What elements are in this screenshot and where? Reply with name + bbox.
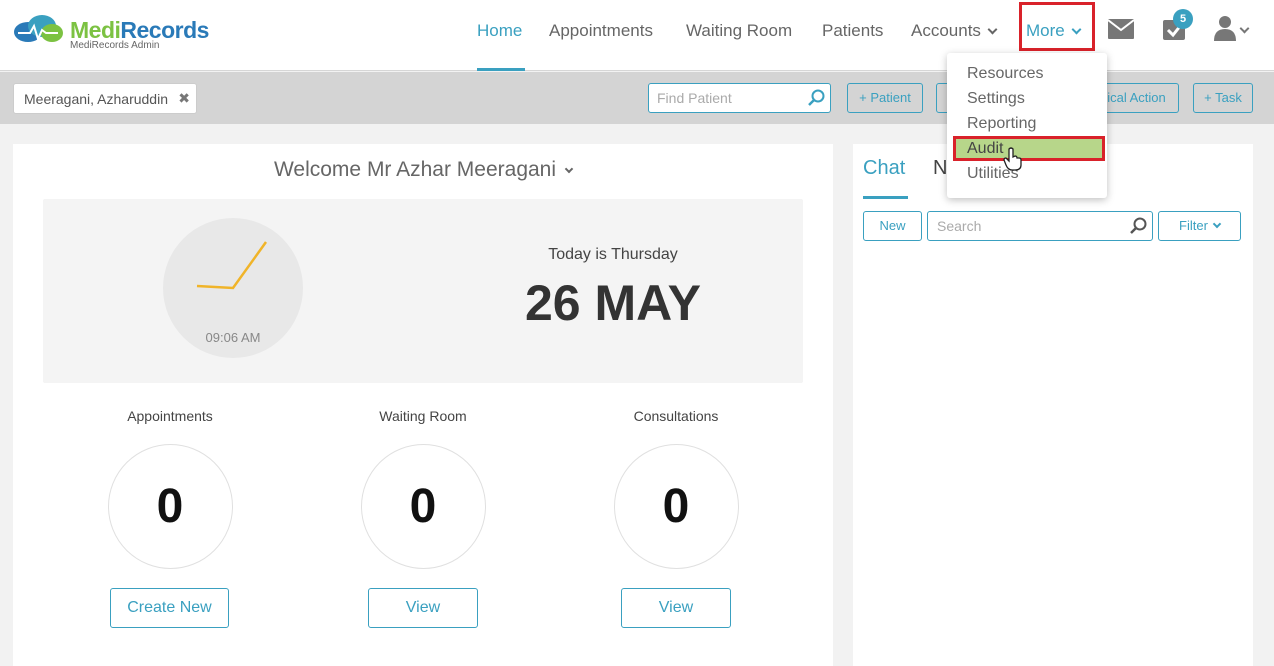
nav-appointments[interactable]: Appointments	[549, 21, 653, 41]
menu-item-settings[interactable]: Settings	[967, 88, 1025, 110]
cloud-heartbeat-icon	[14, 15, 63, 42]
search-icon[interactable]	[808, 89, 826, 107]
task-count-badge: 5	[1173, 9, 1193, 29]
clock-date-box: 09:06 AM Today is Thursday 26 MAY	[43, 199, 803, 383]
analog-clock: 09:06 AM	[163, 218, 303, 358]
mail-icon[interactable]	[1108, 19, 1134, 39]
chevron-down-icon	[1212, 219, 1222, 229]
stat-label: Appointments	[127, 408, 213, 424]
add-task-button[interactable]: + Task	[1193, 83, 1253, 113]
chat-panel: Chat N New Filter	[853, 144, 1253, 666]
add-patient-button[interactable]: + Patient	[847, 83, 923, 113]
active-tab-underline	[863, 196, 908, 199]
patient-tab-label: Meeragani, Azharuddin	[24, 91, 168, 107]
open-patient-tab[interactable]: Meeragani, Azharuddin ✖	[13, 83, 197, 114]
stat-appointments: Appointments 0	[70, 408, 270, 569]
hand-cursor-icon	[1003, 147, 1022, 171]
stat-consultations: Consultations 0	[576, 408, 776, 569]
chat-search[interactable]	[927, 211, 1153, 241]
create-new-appointment-button[interactable]: Create New	[110, 588, 229, 628]
search-icon[interactable]	[1130, 217, 1148, 235]
chevron-down-icon	[564, 164, 574, 174]
clinical-action-button[interactable]: ical Action	[1095, 83, 1179, 113]
menu-item-audit[interactable]: Audit	[967, 138, 1003, 160]
stat-waiting-room: Waiting Room 0	[323, 408, 523, 569]
stat-label: Consultations	[633, 408, 719, 424]
find-patient-search[interactable]	[648, 83, 831, 113]
menu-item-resources[interactable]: Resources	[967, 63, 1043, 85]
nav-patients[interactable]: Patients	[822, 21, 883, 41]
active-nav-underline	[477, 68, 525, 71]
tab-chat[interactable]: Chat	[863, 157, 905, 180]
view-consultations-button[interactable]: View	[621, 588, 731, 628]
menu-item-reporting[interactable]: Reporting	[967, 113, 1036, 135]
stat-value: 0	[613, 444, 739, 569]
logo[interactable]: MediRecords MediRecords Admin	[12, 12, 222, 57]
more-highlight-box	[1019, 2, 1095, 51]
user-icon[interactable]	[1214, 15, 1236, 41]
nav-home[interactable]: Home	[477, 21, 522, 41]
nav-accounts[interactable]: Accounts	[911, 21, 998, 41]
clock-time: 09:06 AM	[205, 330, 261, 345]
view-waiting-room-button[interactable]: View	[368, 588, 478, 628]
stat-value: 0	[107, 444, 233, 569]
stat-value: 0	[360, 444, 486, 569]
big-date: 26 MAY	[524, 275, 702, 331]
welcome-heading[interactable]: Welcome Mr Azhar Meeragani	[13, 158, 833, 182]
stat-label: Waiting Room	[379, 408, 467, 424]
more-dropdown-menu: Resources Settings Reporting Utilities	[947, 53, 1107, 198]
welcome-panel: Welcome Mr Azhar Meeragani 09:06 AM Toda…	[13, 144, 833, 666]
today-text: Today is Thursday	[548, 246, 678, 263]
chevron-down-icon	[987, 24, 998, 35]
new-chat-button[interactable]: New	[863, 211, 922, 241]
chevron-down-icon[interactable]	[1239, 23, 1250, 34]
chat-search-input[interactable]	[937, 212, 1127, 240]
find-patient-input[interactable]	[657, 84, 807, 112]
tab-notifications[interactable]: N	[933, 157, 947, 180]
filter-button[interactable]: Filter	[1158, 211, 1241, 241]
nav-waiting-room[interactable]: Waiting Room	[686, 21, 792, 41]
brand-subtitle: MediRecords Admin	[70, 40, 160, 51]
close-icon[interactable]: ✖	[178, 90, 190, 107]
